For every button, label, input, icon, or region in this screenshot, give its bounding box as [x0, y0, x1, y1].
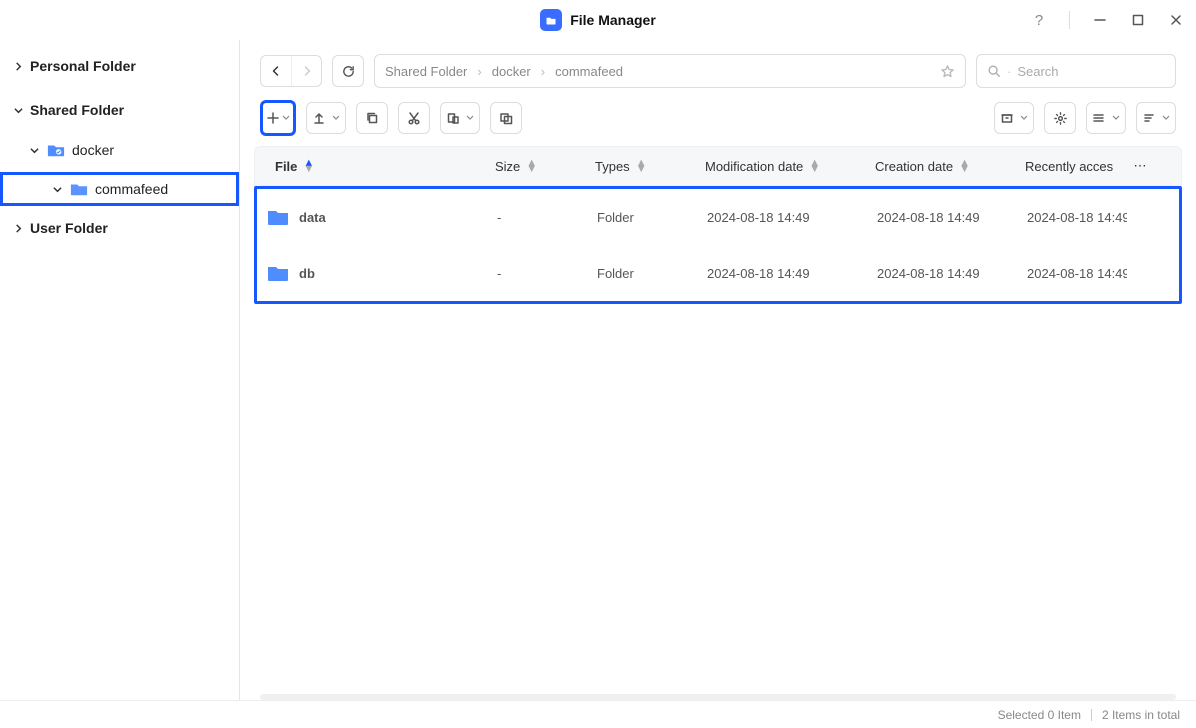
cell-size: -	[487, 210, 587, 225]
create-button[interactable]	[260, 100, 296, 136]
chevron-right-icon: ›	[541, 64, 545, 79]
breadcrumb-segment[interactable]: Shared Folder	[385, 64, 467, 79]
upload-button[interactable]	[306, 102, 346, 134]
file-name: data	[299, 210, 326, 225]
settings-button[interactable]	[1044, 102, 1076, 134]
sidebar-item-commafeed[interactable]: commafeed	[0, 172, 239, 206]
breadcrumb[interactable]: Shared Folder › docker › commafeed	[374, 54, 966, 88]
folder-icon	[69, 181, 89, 197]
sidebar-item-personal-folder[interactable]: Personal Folder	[0, 50, 239, 82]
dropdown-caret-icon	[466, 114, 474, 122]
cell-accessed: 2024-08-18 14:49	[1017, 210, 1127, 225]
sidebar-item-label: User Folder	[30, 220, 108, 236]
column-header-recent[interactable]: Recently acces	[1015, 159, 1125, 174]
cell-size: -	[487, 266, 587, 281]
dropdown-caret-icon	[1020, 114, 1028, 122]
maximize-button[interactable]	[1128, 10, 1148, 30]
column-header-file[interactable]: File ▲▼	[255, 159, 485, 174]
search-input[interactable]	[1017, 64, 1165, 79]
caret-right-icon	[14, 224, 24, 233]
caret-down-icon	[14, 106, 24, 115]
column-header-more[interactable]: ⋯	[1125, 158, 1155, 174]
horizontal-scrollbar[interactable]	[260, 694, 1176, 700]
folder-icon	[267, 264, 289, 282]
column-label: Types	[595, 159, 630, 174]
breadcrumb-segment[interactable]: commafeed	[555, 64, 623, 79]
sort-indicator-icon: ▲▼	[959, 160, 970, 172]
column-label: Modification date	[705, 159, 803, 174]
column-header-creation[interactable]: Creation date ▲▼	[865, 159, 1015, 174]
table-row[interactable]: db - Folder 2024-08-18 14:49 2024-08-18 …	[257, 245, 1179, 301]
sort-button[interactable]	[1136, 102, 1176, 134]
divider	[1069, 11, 1070, 29]
sidebar-item-label: docker	[72, 142, 114, 158]
sidebar-item-label: Personal Folder	[30, 58, 136, 74]
cell-modified: 2024-08-18 14:49	[697, 266, 867, 281]
sidebar: Personal Folder Shared Folder docker	[0, 40, 240, 700]
sort-indicator-icon: ▲▼	[809, 160, 820, 172]
dropdown-caret-icon	[1112, 114, 1120, 122]
copy-button[interactable]	[356, 102, 388, 134]
status-bar: Selected 0 Item 2 Items in total	[0, 700, 1196, 728]
caret-down-icon	[30, 146, 40, 155]
sidebar-item-label: commafeed	[95, 181, 168, 197]
search-icon	[987, 64, 1001, 78]
content-pane: Shared Folder › docker › commafeed ·	[240, 40, 1196, 700]
favorite-star-button[interactable]	[940, 64, 955, 79]
nav-back-forward	[260, 55, 322, 87]
cell-created: 2024-08-18 14:49	[867, 266, 1017, 281]
column-label: Creation date	[875, 159, 953, 174]
shared-folder-icon	[46, 142, 66, 158]
dropdown-caret-icon	[1162, 114, 1170, 122]
cell-type: Folder	[587, 266, 697, 281]
column-header-size[interactable]: Size ▲▼	[485, 159, 585, 174]
cell-accessed: 2024-08-18 14:49	[1017, 266, 1127, 281]
app-icon	[540, 9, 562, 31]
file-name: db	[299, 266, 315, 281]
table-row[interactable]: data - Folder 2024-08-18 14:49 2024-08-1…	[257, 189, 1179, 245]
view-options-button[interactable]	[1086, 102, 1126, 134]
status-total: 2 Items in total	[1102, 708, 1180, 722]
folder-icon	[267, 208, 289, 226]
archive-button[interactable]	[994, 102, 1034, 134]
sort-indicator-icon: ▲▼	[636, 160, 647, 172]
search-box[interactable]: ·	[976, 54, 1176, 88]
sidebar-item-label: Shared Folder	[30, 102, 124, 118]
column-label: Recently acces	[1025, 159, 1113, 174]
table-header: File ▲▼ Size ▲▼ Types ▲▼ Modification da…	[254, 146, 1182, 186]
app-title: File Manager	[570, 12, 656, 28]
sidebar-item-shared-folder[interactable]: Shared Folder	[0, 94, 239, 126]
minimize-button[interactable]	[1090, 10, 1110, 30]
cell-created: 2024-08-18 14:49	[867, 210, 1017, 225]
status-selected: Selected 0 Item	[998, 708, 1081, 722]
column-header-types[interactable]: Types ▲▼	[585, 159, 695, 174]
caret-down-icon	[53, 185, 63, 194]
new-window-button[interactable]	[490, 102, 522, 134]
divider	[1091, 709, 1092, 721]
caret-right-icon	[14, 62, 24, 71]
chevron-right-icon: ›	[477, 64, 481, 79]
column-header-modification[interactable]: Modification date ▲▼	[695, 159, 865, 174]
paste-button[interactable]	[440, 102, 480, 134]
column-label: Size	[495, 159, 520, 174]
breadcrumb-segment[interactable]: docker	[492, 64, 531, 79]
forward-button[interactable]	[291, 56, 321, 86]
column-label: File	[275, 159, 297, 174]
dropdown-caret-icon	[332, 114, 340, 122]
refresh-button[interactable]	[332, 55, 364, 87]
cell-type: Folder	[587, 210, 697, 225]
sort-indicator-icon: ▲▼	[526, 160, 537, 172]
cut-button[interactable]	[398, 102, 430, 134]
dropdown-caret-icon	[282, 114, 290, 122]
sidebar-item-user-folder[interactable]: User Folder	[0, 212, 239, 244]
sidebar-item-docker[interactable]: docker	[0, 134, 239, 166]
titlebar: File Manager ?	[0, 0, 1196, 40]
help-button[interactable]: ?	[1029, 10, 1049, 30]
sort-indicator-icon: ▲▼	[303, 160, 314, 172]
cell-modified: 2024-08-18 14:49	[697, 210, 867, 225]
back-button[interactable]	[261, 56, 291, 86]
close-button[interactable]	[1166, 10, 1186, 30]
divider: ·	[1007, 64, 1011, 79]
more-icon: ⋯	[1134, 158, 1147, 174]
